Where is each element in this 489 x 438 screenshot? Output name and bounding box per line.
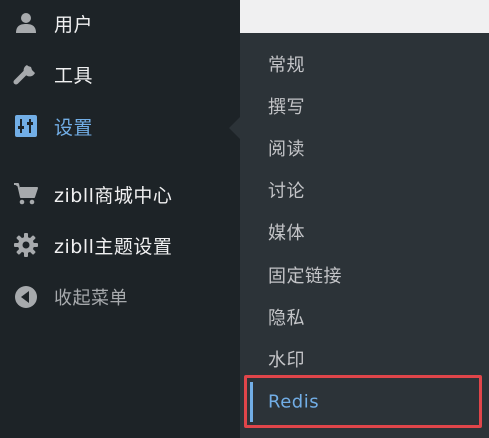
submenu-item-watermark[interactable]: 水印	[240, 338, 489, 380]
sidebar-item-settings[interactable]: 设置	[0, 108, 240, 144]
submenu-pointer	[229, 117, 240, 139]
submenu-item-redis[interactable]: Redis	[240, 381, 489, 423]
submenu-item-label: 固定链接	[268, 266, 342, 287]
sidebar-item-label: 设置	[54, 116, 94, 139]
submenu-item-label: 水印	[268, 350, 305, 371]
cart-icon	[13, 181, 39, 207]
submenu-item-permalinks[interactable]: 固定链接	[240, 254, 489, 296]
collapse-arrow-icon	[13, 284, 39, 310]
wrench-icon	[13, 61, 39, 87]
submenu-item-label: 撰写	[268, 97, 305, 118]
collapse-menu-button[interactable]: 收起菜单	[0, 279, 240, 315]
submenu-item-label: 讨论	[268, 181, 305, 202]
settings-sliders-icon	[13, 113, 39, 139]
submenu-item-writing[interactable]: 撰写	[240, 85, 489, 127]
submenu-item-media[interactable]: 媒体	[240, 211, 489, 253]
submenu-item-label: Redis	[268, 391, 320, 413]
user-icon	[13, 10, 39, 36]
submenu-item-label: 阅读	[268, 139, 305, 160]
submenu-item-label: 常规	[268, 55, 305, 76]
sidebar-item-zibll-shop[interactable]: zibll商城中心	[0, 176, 240, 212]
submenu-item-general[interactable]: 常规	[240, 43, 489, 85]
submenu-item-privacy[interactable]: 隐私	[240, 296, 489, 338]
submenu-item-reading[interactable]: 阅读	[240, 127, 489, 169]
submenu-item-label: 媒体	[268, 223, 305, 244]
sidebar-item-label: 收起菜单	[54, 288, 128, 309]
sidebar-item-label: zibll主题设置	[54, 235, 173, 258]
sidebar-item-tools[interactable]: 工具	[0, 56, 240, 92]
sidebar-item-zibll-theme-settings[interactable]: zibll主题设置	[0, 227, 240, 263]
settings-submenu: 常规 撰写 阅读 讨论 媒体 固定链接 隐私 水印 Redis	[240, 33, 489, 438]
sidebar-item-users[interactable]: 用户	[0, 5, 240, 41]
submenu-item-label: 隐私	[268, 308, 305, 329]
sidebar-item-label: zibll商城中心	[54, 184, 173, 207]
admin-sidebar: 用户 工具 设置 zibll商城中心 zibll主题设置 收起菜单	[0, 0, 240, 438]
current-item-indicator	[250, 382, 253, 422]
gear-icon	[13, 232, 39, 258]
sidebar-item-label: 工具	[54, 64, 94, 87]
sidebar-item-label: 用户	[54, 13, 94, 36]
submenu-item-discussion[interactable]: 讨论	[240, 169, 489, 211]
